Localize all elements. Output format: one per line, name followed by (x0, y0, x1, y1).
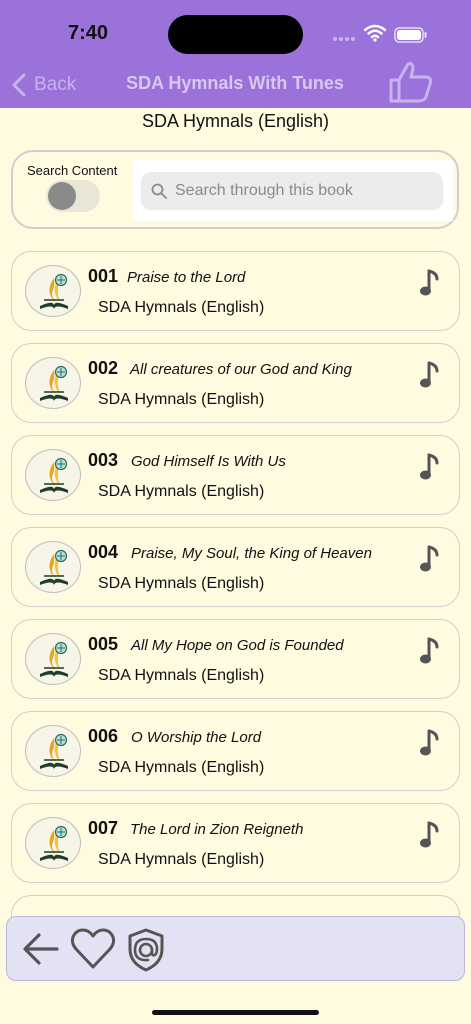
search-area: Search Content (11, 150, 459, 229)
search-content-toggle[interactable] (46, 180, 100, 212)
music-note-icon[interactable] (419, 452, 441, 487)
sda-logo-icon (25, 817, 81, 869)
bottom-toolbar (6, 916, 465, 981)
app-header: 7:40 Back SDA Hymnals With Tunes (0, 0, 471, 108)
arrow-left-icon[interactable] (21, 927, 61, 971)
music-note-icon[interactable] (419, 636, 441, 671)
back-label: Back (34, 74, 77, 95)
hymn-title: The Lord in Zion Reigneth (130, 821, 304, 838)
search-content-label: Search Content (27, 163, 118, 178)
wifi-icon (364, 24, 386, 42)
shield-at-icon[interactable] (126, 927, 166, 973)
music-note-icon[interactable] (419, 728, 441, 763)
sda-logo-icon (25, 541, 81, 593)
hymn-number: 004 (88, 542, 119, 562)
list-item[interactable]: 005 All My Hope on God is Founded SDA Hy… (11, 619, 460, 699)
sda-logo-icon (25, 357, 81, 409)
list-item[interactable]: 003 God Himself Is With Us SDA Hymnals (… (11, 435, 460, 515)
search-panel (133, 160, 453, 221)
search-icon (151, 183, 167, 199)
page-title: SDA Hymnals With Tunes (126, 73, 344, 93)
battery-icon (394, 27, 427, 43)
hymn-book: SDA Hymnals (English) (98, 851, 265, 868)
status-time: 7:40 (68, 22, 109, 44)
hymn-title: O Worship the Lord (131, 729, 262, 746)
hymn-book: SDA Hymnals (English) (98, 391, 265, 408)
list-item[interactable]: 006 O Worship the Lord SDA Hymnals (Engl… (11, 711, 460, 791)
list-item[interactable]: 001 Praise to the Lord SDA Hymnals (Engl… (11, 251, 460, 331)
sda-logo-icon (25, 449, 81, 501)
list-item[interactable]: 002 All creatures of our God and King SD… (11, 343, 460, 423)
dynamic-island (168, 15, 303, 54)
hymn-book: SDA Hymnals (English) (98, 575, 265, 592)
hymn-number: 001 (88, 266, 119, 286)
music-note-icon[interactable] (419, 360, 441, 395)
hymn-book: SDA Hymnals (English) (98, 483, 265, 500)
music-note-icon[interactable] (419, 268, 441, 303)
heart-icon[interactable] (70, 927, 116, 971)
book-title: SDA Hymnals (English) (141, 111, 330, 131)
hymn-number: 007 (88, 818, 119, 838)
thumbs-up-icon[interactable] (388, 60, 434, 104)
hymn-title: God Himself Is With Us (131, 453, 286, 470)
hymn-title: Praise, My Soul, the King of Heaven (131, 545, 372, 562)
back-button[interactable]: Back (12, 72, 76, 98)
hymn-number: 006 (88, 726, 119, 746)
music-note-icon[interactable] (419, 544, 441, 579)
hymn-title: All creatures of our God and King (130, 361, 352, 378)
chevron-left-icon (12, 73, 26, 97)
toggle-knob (48, 182, 76, 210)
hymn-number: 002 (88, 358, 119, 378)
list-item[interactable]: 007 The Lord in Zion Reigneth SDA Hymnal… (11, 803, 460, 883)
list-item[interactable]: 004 Praise, My Soul, the King of Heaven … (11, 527, 460, 607)
search-field[interactable] (141, 172, 443, 210)
hymn-title: Praise to the Lord (127, 269, 246, 286)
sda-logo-icon (25, 633, 81, 685)
sda-logo-icon (25, 725, 81, 777)
hymn-book: SDA Hymnals (English) (98, 299, 265, 316)
hymn-book: SDA Hymnals (English) (98, 667, 265, 684)
hymn-number: 003 (88, 450, 119, 470)
hymn-number: 005 (88, 634, 119, 654)
sda-logo-icon (25, 265, 81, 317)
music-note-icon[interactable] (419, 820, 441, 855)
signal-icon (333, 37, 355, 41)
hymn-title: All My Hope on God is Founded (131, 637, 344, 654)
home-indicator (152, 1010, 319, 1015)
hymn-book: SDA Hymnals (English) (98, 759, 265, 776)
search-input[interactable] (175, 182, 435, 200)
